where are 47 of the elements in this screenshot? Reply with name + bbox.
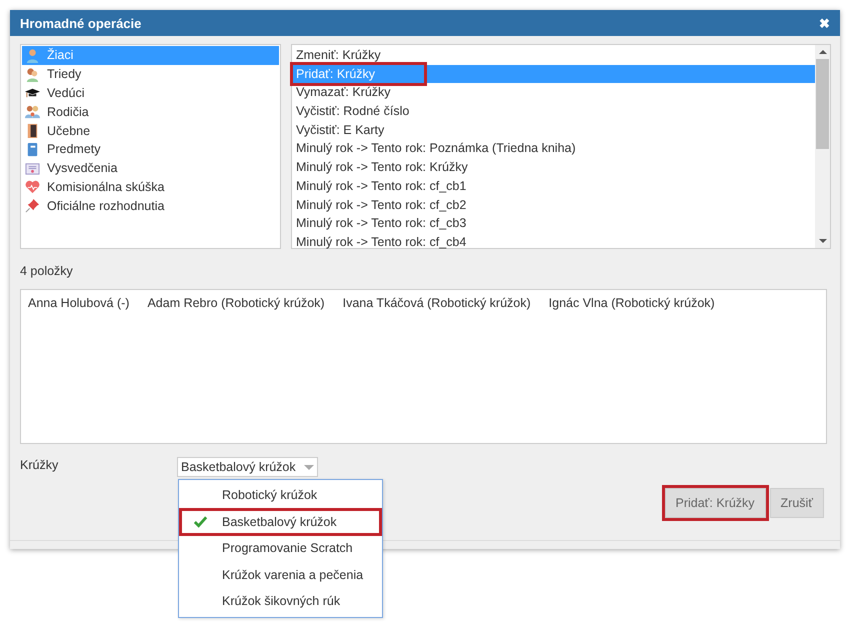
operation-item[interactable]: Vymazať: Krúžky: [292, 83, 815, 102]
dropdown-option[interactable]: Basketbalový krúžok: [180, 508, 381, 535]
category-item[interactable]: Rodičia: [22, 102, 279, 122]
category-item[interactable]: Triedy: [22, 64, 279, 84]
student-entry: Ignác Vlna (Robotický krúžok): [548, 296, 715, 310]
heart-icon: [25, 179, 40, 194]
category-item[interactable]: Komisionálna skúška: [22, 178, 279, 196]
dropdown-option[interactable]: Robotický krúžok: [180, 482, 381, 508]
operation-item[interactable]: Minulý rok -> Tento rok: cf_cb4: [292, 232, 815, 252]
caret-icon: [304, 464, 314, 470]
dropdown-option[interactable]: Krúžok šikovných rúk: [180, 588, 381, 614]
scrollbar[interactable]: [815, 45, 830, 248]
close-button[interactable]: ✖: [819, 16, 830, 30]
book-icon: [25, 142, 40, 157]
door-icon: [25, 123, 40, 138]
checkmark-icon: [193, 514, 208, 530]
category-item[interactable]: Vysvedčenia: [22, 158, 279, 178]
operation-item[interactable]: Minulý rok -> Tento rok: cf_cb3: [292, 214, 815, 233]
operation-item[interactable]: Minulý rok -> Tento rok: cf_cb1: [292, 176, 815, 196]
category-item[interactable]: Predmety: [22, 140, 279, 159]
scroll-down-icon[interactable]: [818, 239, 826, 243]
certificate-icon: [25, 160, 40, 176]
operation-item[interactable]: Minulý rok -> Tento rok: Krúžky: [292, 158, 815, 177]
category-item[interactable]: Vedúci: [22, 84, 279, 102]
pin-icon: [25, 198, 40, 214]
dropdown-select[interactable]: Basketbalový krúžok: [177, 457, 318, 477]
people-icon: [25, 66, 40, 82]
student-entry: Ivana Tkáčová (Robotický krúžok): [342, 296, 531, 310]
student-entry: Anna Holubová (-): [28, 296, 130, 310]
dropdown-option[interactable]: Krúžok varenia a pečenia: [180, 562, 381, 588]
scroll-up-icon[interactable]: [818, 50, 826, 54]
person-icon: [25, 48, 40, 63]
dropdown-option[interactable]: Programovanie Scratch: [180, 535, 381, 562]
window-title: Hromadné operácie: [20, 16, 142, 30]
category-item[interactable]: Učebne: [22, 121, 279, 140]
operation-item[interactable]: Minulý rok -> Tento rok: cf_cb2: [292, 196, 815, 214]
operation-item[interactable]: Vyčistiť: E Karty: [292, 120, 815, 140]
cancel-button[interactable]: Zrušiť: [770, 488, 824, 518]
student-entry: Adam Rebro (Robotický krúžok): [147, 296, 325, 310]
operation-item[interactable]: Zmeniť: Krúžky: [292, 46, 815, 65]
item-count: 4 položky: [20, 263, 74, 280]
category-item[interactable]: Oficiálne rozhodnutia: [22, 196, 279, 216]
operation-item[interactable]: Minulý rok -> Tento rok: Poznámka (Triedna kniha): [292, 139, 815, 158]
add-button[interactable]: Pridať: Krúžky: [664, 488, 766, 518]
field-label: Krúžky: [20, 458, 60, 474]
family-icon: [25, 104, 40, 120]
operation-item[interactable]: Vyčistiť: Rodné číslo: [292, 102, 815, 121]
